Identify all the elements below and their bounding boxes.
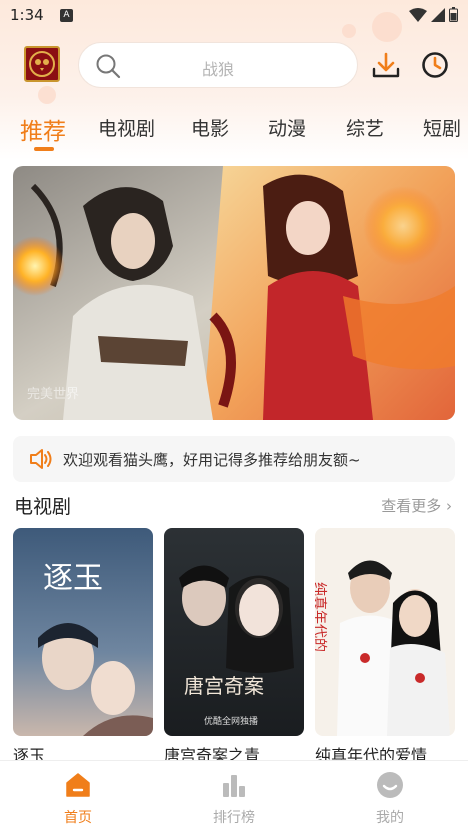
hero-banner[interactable]: 完美世界 [13,166,455,420]
video-card[interactable]: 逐玉 逐玉 [13,528,153,766]
view-more-link[interactable]: 查看更多 › [381,495,452,516]
speaker-icon [30,449,52,469]
nav-home[interactable]: 首页 [33,771,123,827]
status-time: 1:34 [10,6,44,24]
wifi-icon [409,7,427,22]
video-card[interactable]: 纯真年代的 纯真年代的爱情 [315,528,455,766]
nav-home-label: 首页 [64,810,92,826]
nav-ranking[interactable]: 排行榜 [189,771,279,827]
profile-icon [377,772,403,798]
announcement-bar[interactable]: 欢迎观看猫头鹰，好用记得多推荐给朋友额~ [13,436,455,482]
search-placeholder: 战狼 [201,60,234,79]
home-icon [66,773,90,797]
tab-recommend[interactable]: 推荐 [20,112,66,146]
poster-image: 逐玉 [13,528,153,736]
section-title: 电视剧 [14,496,72,518]
nav-ranking-label: 排行榜 [213,810,255,826]
video-card[interactable]: 唐宫奇案 优酷全网独播 唐宫奇案之青 [164,528,304,766]
notification-icon: A [60,9,73,22]
poster-image: 唐宫奇案 优酷全网独播 [164,528,304,736]
svg-text:逐玉: 逐玉 [43,561,103,596]
banner-artwork [13,166,455,420]
tab-short-drama[interactable]: 短剧 [423,114,461,141]
owl-logo-icon [29,51,55,77]
download-icon[interactable] [372,52,400,78]
nav-profile-label: 我的 [376,810,404,826]
search-input[interactable]: 战狼 [78,42,358,88]
status-bar: 1:34 A [0,0,468,32]
decorative-bubble [38,86,56,104]
system-icons [409,7,458,22]
tab-movie[interactable]: 电影 [191,114,229,141]
announcement-text: 欢迎观看猫头鹰，好用记得多推荐给朋友额~ [63,451,361,469]
ranking-icon [223,775,245,797]
nav-profile[interactable]: 我的 [345,771,435,827]
banner-caption: 完美世界 [27,387,80,402]
app-logo[interactable] [24,46,60,82]
battery-icon [449,7,458,22]
svg-text:唐宫奇案: 唐宫奇案 [184,674,264,698]
category-tabs: 推荐 电视剧 电影 动漫 综艺 短剧 [0,110,468,150]
tab-variety[interactable]: 综艺 [346,114,384,141]
poster-image: 纯真年代的 [315,528,455,736]
tab-anime[interactable]: 动漫 [268,114,306,141]
svg-text:纯真年代的: 纯真年代的 [315,582,327,652]
svg-text:优酷全网独播: 优酷全网独播 [204,715,258,727]
bottom-navigation: 首页 排行榜 我的 [0,760,468,832]
history-clock-icon[interactable] [421,51,449,79]
tab-tv-series[interactable]: 电视剧 [98,114,155,141]
active-tab-indicator [34,147,54,151]
signal-icon [431,7,445,22]
